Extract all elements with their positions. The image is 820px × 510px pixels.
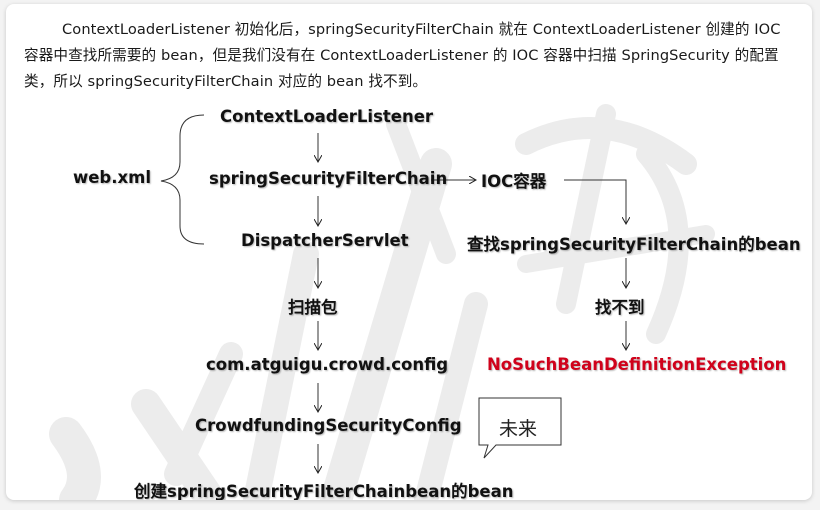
node-context-loader-listener: ContextLoaderListener: [220, 107, 434, 126]
node-exception: NoSuchBeanDefinitionException: [487, 355, 787, 374]
node-scan-package: 扫描包: [288, 298, 338, 317]
node-spring-security-filter-chain: springSecurityFilterChain: [209, 169, 448, 188]
callout-text: 未来: [499, 418, 538, 440]
node-ioc-container: IOC容器: [481, 172, 547, 191]
node-dispatcher-servlet: DispatcherServlet: [241, 231, 409, 250]
arrow-ioc-to-find: [564, 179, 626, 224]
node-security-config: CrowdfundingSecurityConfig: [195, 416, 462, 435]
node-find-filter-chain-bean: 查找springSecurityFilterChain的bean: [467, 235, 801, 254]
node-config-package: com.atguigu.crowd.config: [206, 355, 449, 374]
brace-connector: [160, 114, 205, 245]
node-create-bean: 创建springSecurityFilterChainbean的bean: [134, 482, 514, 500]
node-not-found: 找不到: [595, 298, 645, 317]
node-web-xml: web.xml: [73, 168, 152, 187]
content-card: ContextLoaderListener 初始化后，springSecurit…: [6, 4, 812, 500]
